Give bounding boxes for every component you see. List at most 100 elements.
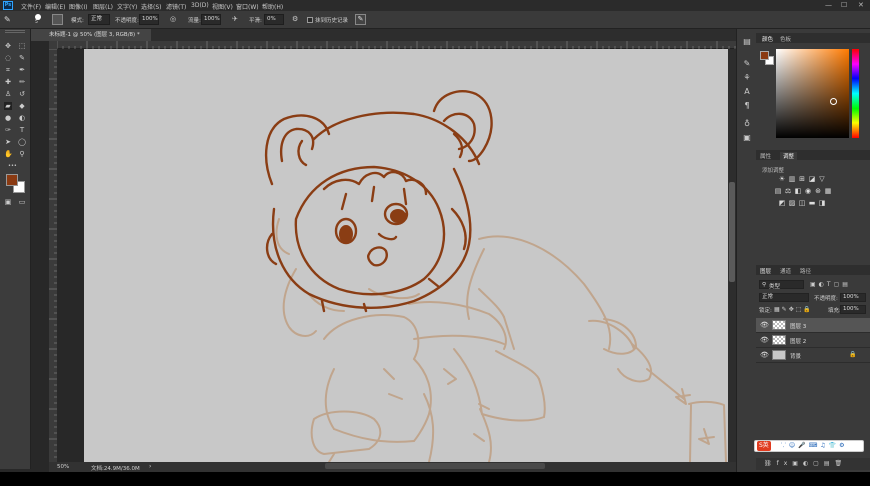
layer-opacity-input[interactable]: 100% <box>840 293 866 302</box>
character-panel-icon[interactable]: A <box>742 87 752 97</box>
layer-name[interactable]: 背景 <box>790 352 801 360</box>
layer-row[interactable]: 👁 图层 3 <box>756 318 870 333</box>
clone-source-icon[interactable]: ⚘ <box>742 73 752 83</box>
paint-bucket-tool-icon[interactable]: ◆ <box>18 102 26 110</box>
document-size[interactable]: 文档:24.9M/36.0M <box>91 464 140 472</box>
posterize-icon[interactable]: ▨ <box>788 200 796 207</box>
paragraph-panel-icon[interactable]: ¶ <box>742 101 752 111</box>
opacity-input[interactable]: 100% <box>139 14 159 25</box>
levels-icon[interactable]: ▥ <box>788 176 796 183</box>
flow-input[interactable]: 100% <box>201 14 221 25</box>
color-picker-field[interactable] <box>776 49 849 138</box>
eye-icon[interactable]: 👁 <box>760 321 769 329</box>
eyedropper-tool-icon[interactable]: ✒ <box>18 66 26 74</box>
layer-row[interactable]: 👁 背景 🔒 <box>756 348 870 363</box>
marquee-tool-icon[interactable]: ⬚ <box>18 42 26 50</box>
lasso-tool-icon[interactable]: ◌ <box>4 54 12 62</box>
lock-icons[interactable]: ▦✎✥⬚🔒 <box>774 306 813 313</box>
brush-preset-picker[interactable]: 5 <box>33 14 45 25</box>
ime-label[interactable]: S英 <box>757 441 771 451</box>
vibrance-icon[interactable]: ▽ <box>818 176 826 183</box>
dodge-tool-icon[interactable]: ◐ <box>18 114 26 122</box>
pressure-size-icon[interactable]: ✎ <box>355 14 366 25</box>
layer-name[interactable]: 图层 3 <box>790 322 806 330</box>
brush-panel-icon[interactable]: ✎ <box>742 59 752 69</box>
vertical-scroll-thumb[interactable] <box>729 182 735 282</box>
eraser-tool-icon[interactable]: ▰ <box>4 102 12 110</box>
menu-help[interactable]: 帮助(H) <box>262 2 283 11</box>
layer-name[interactable]: 图层 2 <box>790 337 806 345</box>
type-tool-icon[interactable]: T <box>18 126 26 134</box>
eye-icon[interactable]: 👁 <box>760 351 769 359</box>
history-brush-tool-icon[interactable]: ↺ <box>18 90 26 98</box>
path-select-tool-icon[interactable]: ➤ <box>4 138 12 146</box>
zoom-level[interactable]: 50% <box>57 464 69 470</box>
zoom-tool-icon[interactable]: ⚲ <box>18 150 26 158</box>
history-panel-icon[interactable]: ▤ <box>742 37 752 47</box>
crop-tool-icon[interactable]: ⌗ <box>4 66 12 74</box>
erase-history-checkbox[interactable] <box>307 17 313 23</box>
menu-edit[interactable]: 编辑(E) <box>45 2 65 11</box>
blur-tool-icon[interactable]: ● <box>4 114 12 122</box>
foreground-color-swatch[interactable] <box>6 174 18 186</box>
selective-color-icon[interactable]: ◨ <box>818 200 826 207</box>
menu-window[interactable]: 窗口(W) <box>236 2 259 11</box>
layer-filter-select[interactable]: ⚲ 类型 <box>759 280 804 290</box>
ellipse-tool-icon[interactable]: ◯ <box>18 138 26 146</box>
curves-icon[interactable]: ⊞ <box>798 176 806 183</box>
layer-filter-icons[interactable]: ▣◐T▢▤ <box>810 281 851 288</box>
black-white-icon[interactable]: ◧ <box>794 188 802 195</box>
healing-tool-icon[interactable]: ✚ <box>4 78 12 86</box>
gear-icon[interactable]: ⚙ <box>292 14 303 25</box>
hue-slider[interactable] <box>852 49 859 138</box>
minimize-button[interactable]: — <box>825 1 832 9</box>
color-balance-icon[interactable]: ⚖ <box>784 188 792 195</box>
document-tab[interactable]: 未标题-1 @ 50% (图层 3, RGB/8) * <box>31 29 151 41</box>
mode-select[interactable]: 正常 <box>88 14 110 25</box>
ime-toolbar[interactable]: S英 ⸪☺🎤⌨♫👕⚙ <box>754 440 864 452</box>
hue-saturation-icon[interactable]: ▤ <box>774 188 782 195</box>
smoothing-input[interactable]: 0% <box>264 14 284 25</box>
photo-filter-icon[interactable]: ◉ <box>804 188 812 195</box>
move-tool-icon[interactable]: ✥ <box>4 42 12 50</box>
hand-tool-icon[interactable]: ✋ <box>4 150 13 158</box>
tab-adjustments[interactable]: 调整 <box>780 152 798 160</box>
ime-toolbar-icons[interactable]: ⸪☺🎤⌨♫👕⚙ <box>781 441 848 451</box>
tab-paths[interactable]: 路径 <box>800 267 811 275</box>
lightbulb-icon[interactable]: ♁ <box>742 119 752 129</box>
menu-filter[interactable]: 滤镜(T) <box>166 2 186 11</box>
panel-foreground-swatch[interactable] <box>760 51 769 60</box>
brightness-icon[interactable]: ☀ <box>778 176 786 183</box>
horizontal-ruler[interactable] <box>57 41 736 49</box>
menu-file[interactable]: 文件(F) <box>21 2 41 11</box>
tab-color[interactable]: 颜色 <box>762 35 773 43</box>
airbrush-icon[interactable]: ✈ <box>232 14 243 25</box>
quick-mask-icon[interactable]: ▣ <box>4 198 12 206</box>
layer-row[interactable]: 👁 图层 2 <box>756 333 870 348</box>
pressure-opacity-icon[interactable]: ◎ <box>170 14 181 25</box>
info-panel-icon[interactable]: ▣ <box>742 133 752 143</box>
brush-settings-icon[interactable] <box>52 14 63 25</box>
drawing-canvas[interactable] <box>84 49 736 462</box>
brush-tool-icon[interactable]: ✏ <box>18 78 26 86</box>
quick-select-tool-icon[interactable]: ✎ <box>18 54 26 62</box>
menu-select[interactable]: 选择(S) <box>141 2 162 11</box>
gradient-map-icon[interactable]: ▬ <box>808 200 816 207</box>
eraser-tool-preset-icon[interactable]: ✎ <box>4 14 15 25</box>
vertical-ruler[interactable] <box>49 49 57 462</box>
fill-input[interactable]: 100% <box>840 305 866 314</box>
threshold-icon[interactable]: ◫ <box>798 200 806 207</box>
menu-type[interactable]: 文字(Y) <box>117 2 137 11</box>
status-menu-arrow-icon[interactable]: › <box>149 463 151 470</box>
menu-3d[interactable]: 3D(D) <box>191 2 209 9</box>
tab-swatches[interactable]: 色板 <box>780 35 791 43</box>
color-picker-marker[interactable] <box>830 98 837 105</box>
invert-icon[interactable]: ◩ <box>778 200 786 207</box>
exposure-icon[interactable]: ◪ <box>808 176 816 183</box>
blend-mode-select[interactable]: 正常 <box>759 293 809 302</box>
eye-icon[interactable]: 👁 <box>760 336 769 344</box>
pen-tool-icon[interactable]: ✑ <box>4 126 12 134</box>
screen-mode-icon[interactable]: ▭ <box>18 198 26 206</box>
menu-view[interactable]: 视图(V) <box>212 2 233 11</box>
tab-layers[interactable]: 图层 <box>760 267 771 275</box>
